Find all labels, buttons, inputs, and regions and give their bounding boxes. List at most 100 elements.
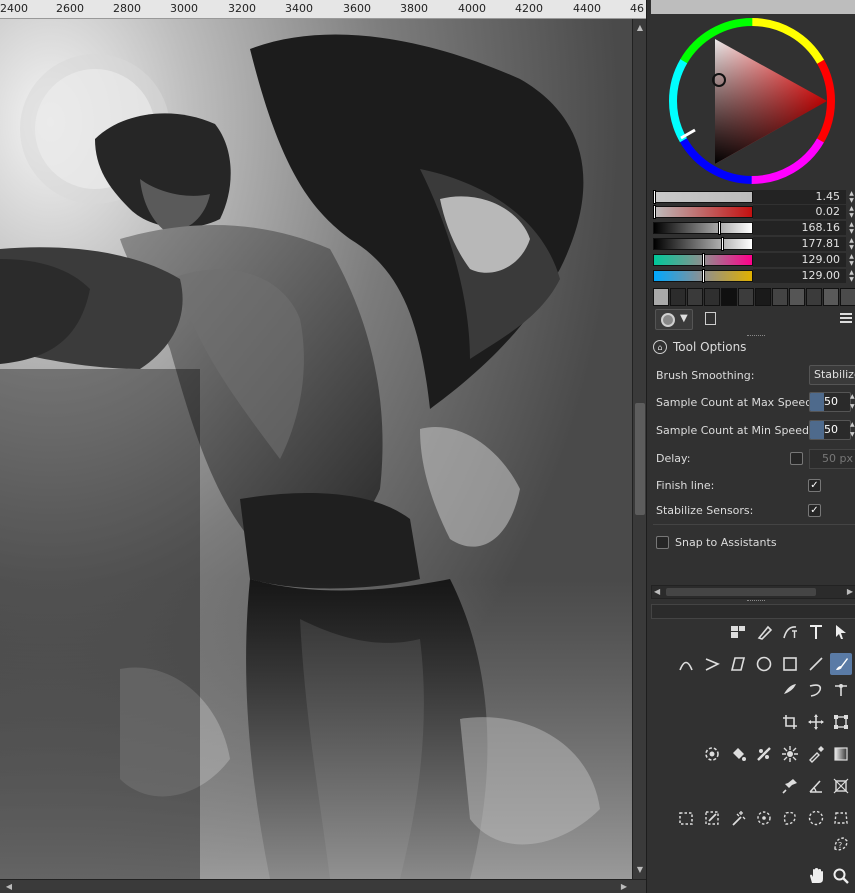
spin-arrows-icon[interactable]: ▲ ▼ (847, 221, 855, 235)
rectangular-selection-tool-icon[interactable] (675, 807, 697, 829)
advanced-color-selector[interactable] (665, 14, 840, 189)
color-slider-value-2[interactable]: 177.81 ▲ ▼ (653, 237, 855, 251)
polygon-tool-icon[interactable] (727, 653, 749, 675)
gradient-tool-icon[interactable] (830, 743, 852, 765)
transform-tool-icon[interactable] (830, 711, 852, 733)
multibrush-tool-icon[interactable] (830, 679, 852, 701)
swatch[interactable] (653, 288, 669, 306)
slider-value[interactable]: 129.00 (753, 253, 846, 267)
sample-min-field[interactable]: 50 (809, 420, 851, 440)
crop-tool-icon[interactable] (779, 711, 801, 733)
snap-assistants-checkbox[interactable] (656, 536, 669, 549)
slider-value[interactable]: 129.00 (753, 269, 846, 283)
spin-arrows-icon[interactable]: ▲ ▼ (847, 237, 855, 251)
swatch[interactable] (772, 288, 788, 306)
bezier-curve-tool-icon[interactable] (675, 653, 697, 675)
pan-tool-icon[interactable] (805, 865, 827, 887)
slider-cursor[interactable] (702, 269, 705, 283)
panel-grip-icon[interactable] (747, 335, 765, 338)
scroll-down-icon[interactable]: ▼ (633, 863, 647, 877)
bezier-selection-tool-icon[interactable]: ? (830, 833, 852, 855)
reference-images-tool-icon[interactable] (830, 775, 852, 797)
color-slider-channel-b[interactable]: 129.00 ▲ ▼ (653, 269, 855, 283)
freehand-selection-tool-icon[interactable] (779, 807, 801, 829)
smart-patch-dot-tool-icon[interactable] (701, 743, 723, 765)
spin-arrows-icon[interactable]: ▲ ▼ (850, 420, 855, 440)
colorize-mask-tool-icon[interactable] (753, 743, 775, 765)
color-slider-saturation[interactable]: 0.02 ▲ ▼ (653, 205, 855, 219)
swatch[interactable] (704, 288, 720, 306)
spin-arrows-icon[interactable]: ▲ ▼ (847, 205, 855, 219)
polygonal-selection-tool-icon[interactable] (830, 807, 852, 829)
scroll-left-icon[interactable]: ◀ (654, 586, 660, 598)
assistant-tool-icon[interactable] (779, 775, 801, 797)
slider-bar[interactable] (653, 206, 753, 218)
drawing-canvas[interactable] (0, 19, 632, 879)
brush-smoothing-select[interactable]: Stabilizer (809, 365, 855, 385)
move-tool-icon[interactable] (805, 711, 827, 733)
sampling-tool-icon[interactable] (779, 743, 801, 765)
elliptical-selection-tool-icon[interactable] (805, 807, 827, 829)
color-picker-tool-icon[interactable] (805, 743, 827, 765)
rectangle-tool-icon[interactable] (779, 653, 801, 675)
spin-arrows-icon[interactable]: ▲ ▼ (847, 253, 855, 267)
spin-arrows-icon[interactable]: ▲ ▼ (847, 269, 855, 283)
slider-bar[interactable] (653, 238, 753, 250)
panel-grip-icon[interactable] (747, 600, 765, 603)
dynamic-brush-tool-icon[interactable] (779, 679, 801, 701)
sample-max-field[interactable]: 50 (809, 392, 851, 412)
slider-bar[interactable] (653, 191, 753, 203)
slider-value[interactable]: 0.02 (753, 205, 846, 219)
scroll-up-icon[interactable]: ▲ (633, 21, 647, 35)
brush-preset-button[interactable]: ▼ (655, 309, 693, 330)
measure-tool-icon[interactable] (805, 775, 827, 797)
delay-field[interactable]: 50 px (809, 449, 855, 469)
delay-checkbox[interactable] (790, 452, 803, 465)
slider-cursor[interactable] (653, 190, 656, 204)
finish-line-checkbox[interactable]: ✓ (808, 479, 821, 492)
color-slider-hue[interactable]: 1.45 ▲ ▼ (653, 190, 855, 204)
slider-value[interactable]: 1.45 (753, 190, 846, 204)
ellipse-tool-icon[interactable] (753, 653, 775, 675)
dock-horizontal-scrollbar[interactable]: ◀ ▶ (651, 585, 855, 599)
vertical-scroll-thumb[interactable] (635, 403, 645, 515)
spin-arrows-icon[interactable]: ▲ ▼ (850, 392, 855, 412)
hamburger-menu-icon[interactable] (840, 313, 852, 324)
swatch[interactable] (789, 288, 805, 306)
text-tool-icon[interactable] (805, 621, 827, 643)
magic-wand-tool-icon[interactable] (727, 807, 749, 829)
tool-options-header[interactable]: ⌂ Tool Options (653, 338, 746, 356)
slider-cursor[interactable] (653, 205, 656, 219)
slider-cursor[interactable] (718, 221, 721, 235)
color-slider-value-1[interactable]: 168.16 ▲ ▼ (653, 221, 855, 235)
similar-color-selection-tool-icon[interactable] (753, 807, 775, 829)
text-path-tool-icon[interactable] (779, 621, 801, 643)
slider-cursor[interactable] (702, 253, 705, 267)
swatch[interactable] (738, 288, 754, 306)
freehand-path-tool-icon[interactable] (805, 679, 827, 701)
canvas-horizontal-scrollbar[interactable]: ◀ ▶ (0, 879, 646, 893)
line-tool-icon[interactable] (805, 653, 827, 675)
scroll-left-icon[interactable]: ◀ (2, 880, 16, 893)
elliptical-magic-selection-tool-icon[interactable] (701, 807, 723, 829)
polyline-tool-icon[interactable] (701, 653, 723, 675)
swatch[interactable] (687, 288, 703, 306)
slider-cursor[interactable] (721, 237, 724, 251)
scroll-right-icon[interactable]: ▶ (847, 586, 853, 598)
spin-arrows-icon[interactable]: ▲ ▼ (847, 190, 855, 204)
swatch[interactable] (806, 288, 822, 306)
stabilize-sensors-checkbox[interactable]: ✓ (808, 504, 821, 517)
select-shapes-tool-icon[interactable] (830, 621, 852, 643)
zoom-tool-icon[interactable] (830, 865, 852, 887)
swatch[interactable] (823, 288, 839, 306)
swatch[interactable] (755, 288, 771, 306)
calligraphy-tool-icon[interactable] (754, 621, 776, 643)
slider-value[interactable]: 177.81 (753, 237, 846, 251)
fill-tool-icon[interactable] (727, 743, 749, 765)
slider-value[interactable]: 168.16 (753, 221, 846, 235)
swatch[interactable] (670, 288, 686, 306)
swatch[interactable] (721, 288, 737, 306)
canvas-vertical-scrollbar[interactable]: ▲ ▼ (632, 19, 646, 879)
color-slider-channel-a[interactable]: 129.00 ▲ ▼ (653, 253, 855, 267)
slider-bar[interactable] (653, 222, 753, 234)
